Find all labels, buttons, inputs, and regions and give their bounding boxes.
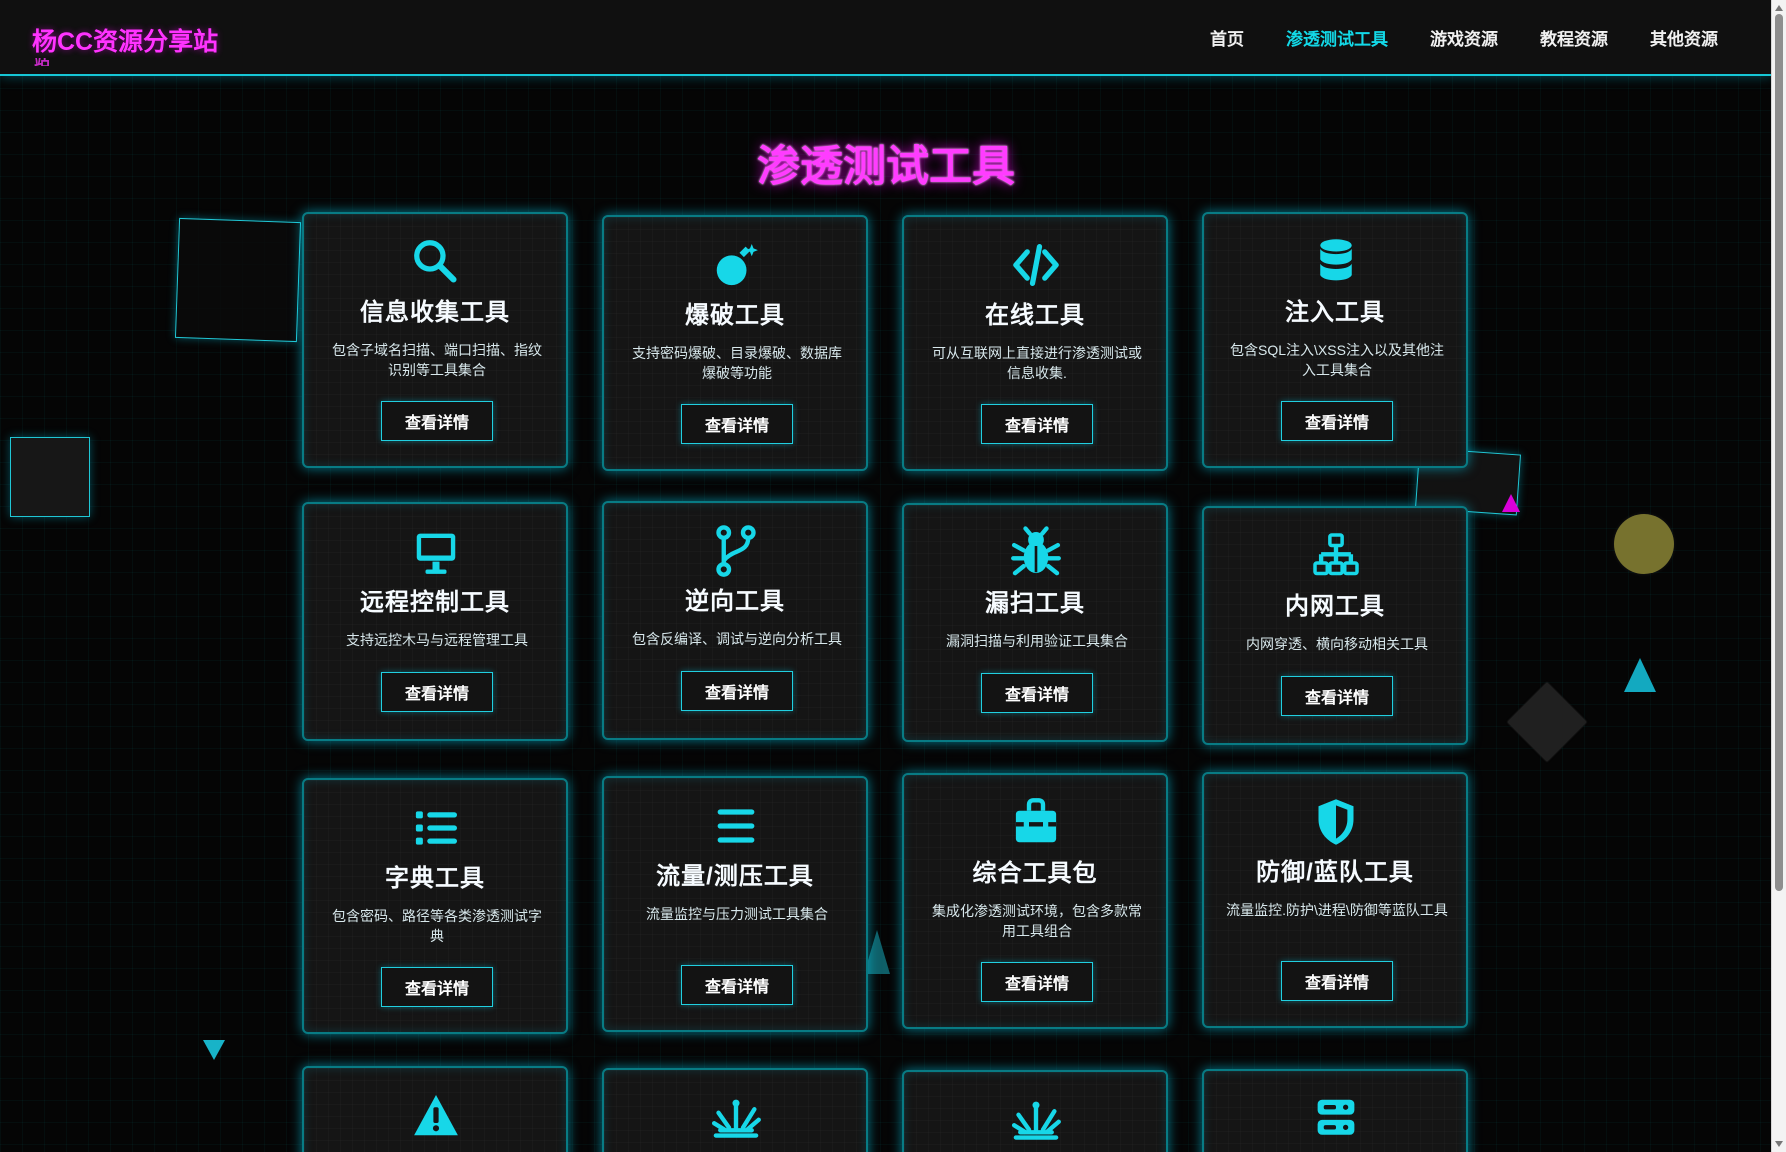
search-icon xyxy=(408,234,464,290)
tool-card[interactable] xyxy=(1202,1069,1468,1152)
view-details-button[interactable]: 查看详情 xyxy=(1281,401,1393,441)
view-details-button[interactable]: 查看详情 xyxy=(681,404,793,444)
tool-card[interactable]: 逆向工具 包含反编译、调试与逆向分析工具 查看详情 xyxy=(602,501,868,740)
tool-card[interactable] xyxy=(602,1068,868,1152)
tool-card[interactable]: 字典工具 包含密码、路径等各类渗透测试字典 查看详情 xyxy=(302,778,568,1034)
card-title: 内网工具 xyxy=(1285,593,1385,620)
card-description: 包含子域名扫描、端口扫描、指纹识别等工具集合 xyxy=(332,342,542,378)
nav-other-resources[interactable]: 其他资源 xyxy=(1650,25,1718,50)
burst-icon xyxy=(1008,1092,1064,1148)
scroll-up-icon[interactable] xyxy=(1775,5,1783,11)
view-details-button[interactable]: 查看详情 xyxy=(1281,676,1393,716)
card-title: 流量/测压工具 xyxy=(656,863,814,890)
monitor-icon xyxy=(408,524,464,580)
code-icon xyxy=(1008,237,1064,293)
nav-game-resources[interactable]: 游戏资源 xyxy=(1430,25,1498,50)
bug-icon xyxy=(1008,525,1064,581)
card-description: 漏洞扫描与利用验证工具集合 xyxy=(946,633,1128,649)
card-title: 远程控制工具 xyxy=(360,589,510,616)
card-title: 综合工具包 xyxy=(972,860,1098,887)
tool-card[interactable]: 综合工具包 集成化渗透测试环境，包含多款常用工具组合 查看详情 xyxy=(902,773,1168,1029)
burst-icon xyxy=(708,1090,764,1146)
card-description: 包含SQL注入\XSS注入以及其他注入工具集合 xyxy=(1230,342,1444,378)
card-description: 支持远控木马与远程管理工具 xyxy=(346,632,528,648)
list-icon xyxy=(408,800,464,856)
olive-circle-decoration xyxy=(1614,514,1674,574)
card-title: 逆向工具 xyxy=(685,588,785,615)
tool-card[interactable]: 远程控制工具 支持远控木马与远程管理工具 查看详情 xyxy=(302,502,568,741)
tool-card[interactable]: 注入工具 包含SQL注入\XSS注入以及其他注入工具集合 查看详情 xyxy=(1202,212,1468,468)
cyan-triangle-decoration xyxy=(1624,658,1656,692)
toolbox-icon xyxy=(1008,795,1064,851)
card-description: 流量监控.防护\进程\防御等蓝队工具 xyxy=(1226,902,1448,918)
card-description: 可从互联网上直接进行渗透测试或信息收集. xyxy=(932,345,1142,381)
branch-icon xyxy=(708,523,764,579)
tool-card[interactable]: 防御/蓝队工具 流量监控.防护\进程\防御等蓝队工具 查看详情 xyxy=(1202,772,1468,1028)
view-details-button[interactable]: 查看详情 xyxy=(681,671,793,711)
shield-icon xyxy=(1308,794,1364,850)
card-title: 注入工具 xyxy=(1285,299,1385,326)
tool-card[interactable]: 内网工具 内网穿透、横向移动相关工具 查看详情 xyxy=(1202,506,1468,745)
tool-card[interactable]: 爆破工具 支持密码爆破、目录爆破、数据库爆破等功能 查看详情 xyxy=(602,215,868,471)
scroll-down-icon[interactable] xyxy=(1775,1141,1783,1147)
page: 杨CC资源分享站 站 首页 渗透测试工具 游戏资源 教程资源 其他资源 渗透测试… xyxy=(0,0,1786,1152)
card-description: 流量监控与压力测试工具集合 xyxy=(646,906,828,922)
network-icon xyxy=(1308,528,1364,584)
tool-card[interactable]: 漏扫工具 漏洞扫描与利用验证工具集合 查看详情 xyxy=(902,503,1168,742)
card-description: 支持密码爆破、目录爆破、数据库爆破等功能 xyxy=(632,345,842,381)
view-details-button[interactable]: 查看详情 xyxy=(681,965,793,1005)
tool-card[interactable]: 流量/测压工具 流量监控与压力测试工具集合 查看详情 xyxy=(602,776,868,1032)
nav-tutorial-resources[interactable]: 教程资源 xyxy=(1540,25,1608,50)
view-details-button[interactable]: 查看详情 xyxy=(981,962,1093,1002)
bomb-icon xyxy=(708,237,764,293)
card-description: 内网穿透、横向移动相关工具 xyxy=(1246,636,1428,652)
scrollbar-thumb[interactable] xyxy=(1775,14,1783,891)
dark-diamond-decoration xyxy=(1507,682,1587,762)
brand-overlap-text: 站 xyxy=(34,58,56,66)
page-title: 渗透测试工具 xyxy=(757,142,1015,191)
database-icon xyxy=(1308,234,1364,290)
tool-card[interactable] xyxy=(302,1066,568,1152)
decorative-outline-square xyxy=(174,217,302,343)
tool-card[interactable]: 在线工具 可从互联网上直接进行渗透测试或信息收集. 查看详情 xyxy=(902,215,1168,471)
vertical-scrollbar[interactable] xyxy=(1771,0,1786,1152)
card-description: 集成化渗透测试环境，包含多款常用工具组合 xyxy=(932,903,1142,939)
card-description: 包含反编译、调试与逆向分析工具 xyxy=(632,631,842,647)
view-details-button[interactable]: 查看详情 xyxy=(381,672,493,712)
view-details-button[interactable]: 查看详情 xyxy=(981,673,1093,713)
card-title: 防御/蓝队工具 xyxy=(1256,859,1414,886)
card-title: 漏扫工具 xyxy=(985,590,1085,617)
card-title: 爆破工具 xyxy=(685,302,785,329)
main-navigation: 首页 渗透测试工具 游戏资源 教程资源 其他资源 xyxy=(1210,25,1718,50)
view-details-button[interactable]: 查看详情 xyxy=(981,404,1093,444)
site-brand[interactable]: 杨CC资源分享站 xyxy=(32,22,218,58)
view-details-button[interactable]: 查看详情 xyxy=(381,401,493,441)
top-navigation-bar: 杨CC资源分享站 站 首页 渗透测试工具 游戏资源 教程资源 其他资源 xyxy=(0,0,1772,76)
server-icon xyxy=(1308,1091,1364,1147)
nav-home[interactable]: 首页 xyxy=(1210,25,1244,50)
tool-card[interactable] xyxy=(902,1070,1168,1152)
card-title: 字典工具 xyxy=(385,865,485,892)
view-details-button[interactable]: 查看详情 xyxy=(381,967,493,1007)
warning-icon xyxy=(408,1088,464,1144)
nav-penetration-tools[interactable]: 渗透测试工具 xyxy=(1286,25,1388,50)
bars-icon xyxy=(708,798,764,854)
view-details-button[interactable]: 查看详情 xyxy=(1281,961,1393,1001)
magenta-triangle-decoration xyxy=(1502,494,1520,512)
decorative-outline-square xyxy=(10,437,90,517)
card-title: 在线工具 xyxy=(985,302,1085,329)
card-description: 包含密码、路径等各类渗透测试字典 xyxy=(332,908,542,944)
cyan-triangle-decoration xyxy=(203,1040,225,1060)
card-title: 信息收集工具 xyxy=(360,299,510,326)
tool-card[interactable]: 信息收集工具 包含子域名扫描、端口扫描、指纹识别等工具集合 查看详情 xyxy=(302,212,568,468)
